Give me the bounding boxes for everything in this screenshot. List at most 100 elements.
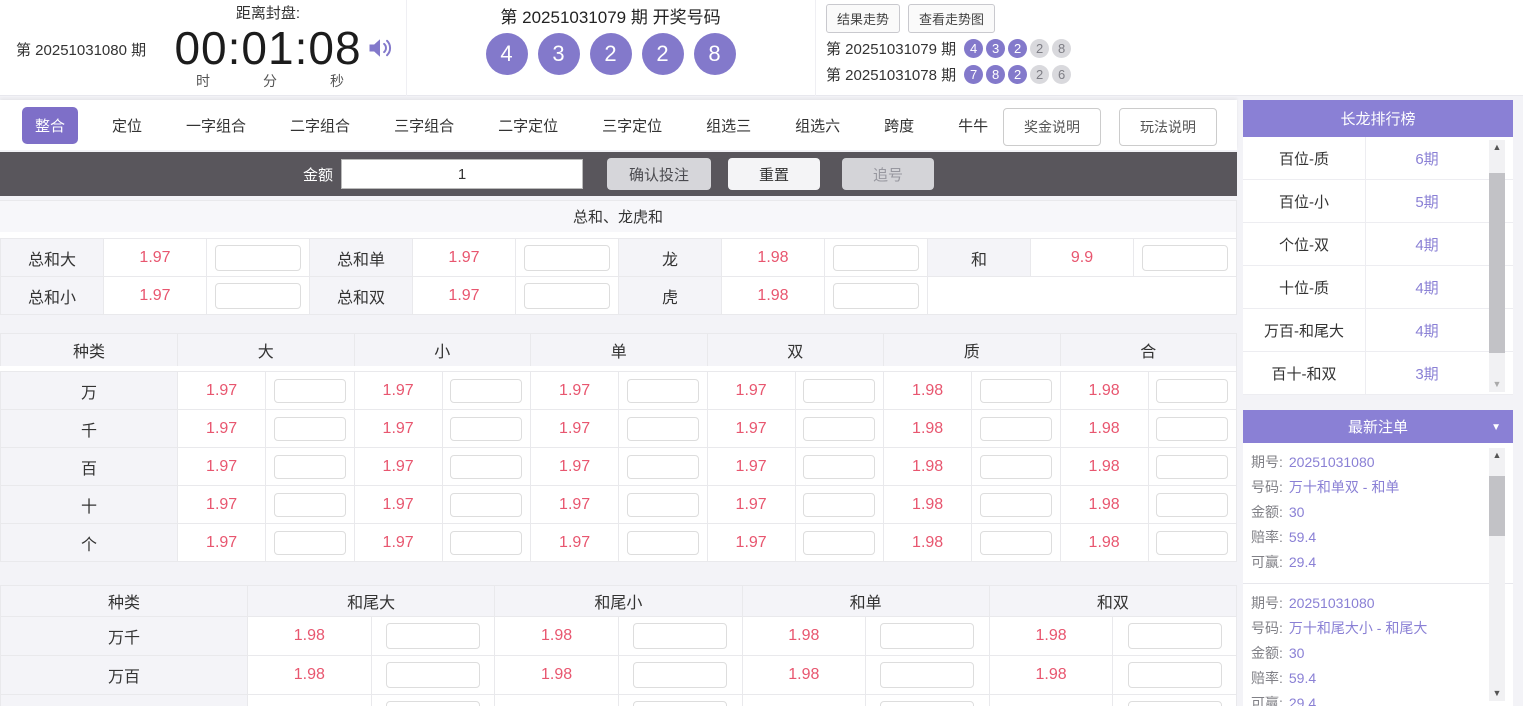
- bet-amount-input[interactable]: [979, 530, 1052, 555]
- tab-kuadu[interactable]: 跨度: [884, 115, 914, 136]
- history-row: 第 20251031078 期 7 8 2 2 6: [826, 64, 1115, 85]
- confirm-bet-button[interactable]: 确认投注: [607, 158, 711, 190]
- bet-amount-input[interactable]: [1156, 378, 1229, 403]
- bet-amount-input[interactable]: [273, 454, 346, 479]
- bet-amount-input[interactable]: [450, 492, 523, 517]
- scroll-down-icon[interactable]: ▼: [1489, 377, 1505, 392]
- column-header: 双: [706, 333, 883, 366]
- bet-option-label: 总和双: [309, 276, 412, 314]
- bet-amount-input[interactable]: [1156, 492, 1229, 517]
- bet-amount-input[interactable]: [803, 492, 876, 517]
- tab-zuxuan-liu[interactable]: 组选六: [795, 115, 840, 136]
- dragon-name: 百位-质: [1243, 137, 1366, 179]
- collapse-caret-icon[interactable]: ▼: [1491, 422, 1501, 433]
- bet-amount-input[interactable]: [833, 282, 919, 309]
- bet-amount-input[interactable]: [450, 416, 523, 441]
- dragon-rank-row: 十位-质 4期: [1243, 266, 1513, 309]
- bet-amount-input[interactable]: [385, 662, 480, 688]
- bet-input-cell: [618, 371, 707, 409]
- bet-amount-input[interactable]: [880, 623, 975, 649]
- scrollbar-thumb[interactable]: [1489, 476, 1505, 536]
- bet-input-cell: [1147, 447, 1236, 485]
- bet-amount-input[interactable]: [626, 416, 699, 441]
- bet-amount-input[interactable]: [1156, 454, 1229, 479]
- bet-amount-input[interactable]: [633, 662, 728, 688]
- bet-input-cell: [515, 238, 618, 276]
- bet-amount-input[interactable]: [803, 378, 876, 403]
- bet-amount-input[interactable]: [803, 530, 876, 555]
- bet-amount-input[interactable]: [215, 282, 301, 309]
- odds-value: 1.97: [412, 276, 515, 314]
- bet-amount-input[interactable]: [633, 623, 728, 649]
- tab-erzi-zuhe[interactable]: 二字组合: [290, 115, 350, 136]
- column-header: 和尾大: [247, 585, 495, 616]
- bet-input-cell: [971, 409, 1060, 447]
- tab-niuniu[interactable]: 牛牛: [958, 115, 988, 136]
- bet-amount-input[interactable]: [833, 244, 919, 271]
- scrollbar-thumb[interactable]: [1489, 173, 1505, 353]
- scroll-up-icon[interactable]: ▲: [1489, 448, 1505, 463]
- view-trend-chart-button[interactable]: 查看走势图: [908, 4, 996, 33]
- reset-button[interactable]: 重置: [728, 158, 820, 190]
- bet-input-cell: [971, 447, 1060, 485]
- bet-field-label: 可赢:: [1251, 554, 1283, 570]
- tab-dingwei[interactable]: 定位: [112, 115, 142, 136]
- bet-input-cell: [441, 371, 530, 409]
- bet-amount-input[interactable]: [979, 492, 1052, 517]
- bet-amount-input[interactable]: [626, 378, 699, 403]
- bet-input-cell: [865, 694, 989, 706]
- dragon-scrollbar[interactable]: ▲ ▼: [1489, 140, 1505, 392]
- bet-amount-input[interactable]: [273, 530, 346, 555]
- tab-zhenghe[interactable]: 整合: [22, 106, 79, 144]
- bet-amount-input[interactable]: [979, 416, 1052, 441]
- latest-bets-header: 最新注单 ▼: [1243, 410, 1513, 443]
- bet-amount-input[interactable]: [803, 454, 876, 479]
- bet-amount-input[interactable]: [979, 378, 1052, 403]
- bet-amount-input[interactable]: [273, 492, 346, 517]
- tab-yizi-zuhe[interactable]: 一字组合: [186, 115, 246, 136]
- scroll-up-icon[interactable]: ▲: [1489, 140, 1505, 155]
- prize-info-button[interactable]: 奖金说明: [1003, 108, 1101, 146]
- bet-amount-input[interactable]: [803, 416, 876, 441]
- bet-amount-input[interactable]: [633, 701, 728, 706]
- bet-amount-input[interactable]: [524, 282, 610, 309]
- tab-sanzi-dingwei[interactable]: 三字定位: [602, 115, 662, 136]
- bet-amount-input[interactable]: [626, 530, 699, 555]
- bet-amount-input[interactable]: [880, 701, 975, 706]
- bet-amount-input[interactable]: [1127, 701, 1222, 706]
- chase-number-button[interactable]: 追号: [842, 158, 934, 190]
- bet-amount-input[interactable]: [1127, 623, 1222, 649]
- play-rules-button[interactable]: 玩法说明: [1119, 108, 1217, 146]
- bet-amount-input[interactable]: [273, 378, 346, 403]
- tab-sanzi-zuhe[interactable]: 三字组合: [394, 115, 454, 136]
- bet-amount-input[interactable]: [1142, 244, 1228, 271]
- bet-amount-input[interactable]: [450, 454, 523, 479]
- bet-amount-input[interactable]: [1156, 416, 1229, 441]
- bet-input-cell: [441, 485, 530, 523]
- speaker-icon[interactable]: [366, 34, 394, 67]
- bet-amount-input[interactable]: [273, 416, 346, 441]
- bet-input-cell: [370, 616, 495, 655]
- bet-amount-input[interactable]: [626, 454, 699, 479]
- tab-erzi-dingwei[interactable]: 二字定位: [498, 115, 558, 136]
- bet-amount-input[interactable]: [450, 530, 523, 555]
- bet-amount-input[interactable]: [385, 701, 480, 706]
- bet-amount-input[interactable]: [1127, 662, 1222, 688]
- bet-amount: 30: [1288, 645, 1305, 661]
- bet-amount-input[interactable]: [524, 244, 610, 271]
- countdown-time: 00:01:08: [174, 22, 362, 74]
- bet-amount-input[interactable]: [626, 492, 699, 517]
- bet-amount-input[interactable]: [1156, 530, 1229, 555]
- history-ball: 7: [964, 65, 984, 84]
- bet-amount-input[interactable]: [385, 623, 480, 649]
- bet-amount-input[interactable]: [880, 662, 975, 688]
- amount-label: 金额: [302, 166, 333, 184]
- amount-input[interactable]: [341, 159, 583, 189]
- tab-zuxuan-san[interactable]: 组选三: [706, 115, 751, 136]
- bet-amount-input[interactable]: [215, 244, 301, 271]
- result-trend-button[interactable]: 结果走势: [826, 4, 901, 33]
- bet-amount-input[interactable]: [979, 454, 1052, 479]
- bet-amount-input[interactable]: [450, 378, 523, 403]
- scroll-down-icon[interactable]: ▼: [1489, 686, 1505, 701]
- bets-scrollbar[interactable]: ▲ ▼: [1489, 448, 1505, 701]
